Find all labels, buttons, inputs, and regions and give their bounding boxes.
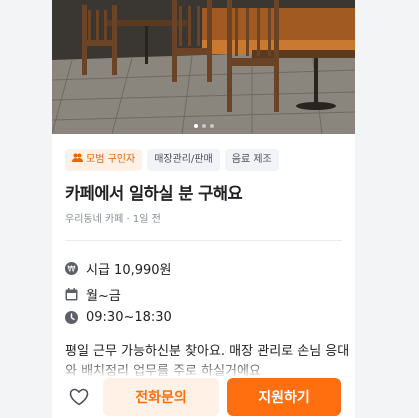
cafe-interior-image [52, 0, 355, 134]
job-detail-card: 모범 구인자 매장관리/판매 음료 제조 카페에서 일하실 분 구해요 우리동네… [52, 0, 355, 418]
won-icon: ₩ [65, 262, 78, 275]
hours-row: 09:30~18:30 [65, 310, 172, 325]
model-employer-label: 모범 구인자 [86, 154, 136, 165]
job-title: 카페에서 일하실 분 구해요 [65, 184, 243, 203]
calendar-icon [65, 288, 78, 301]
wage-text: 시급 10,990원 [86, 263, 172, 278]
cafe-photo[interactable] [52, 0, 355, 134]
category-tag: 매장관리/판매 [147, 149, 220, 171]
days-row: 월~금 [65, 285, 121, 304]
call-inquiry-button[interactable]: 전화문의 [103, 378, 219, 416]
bottom-action-bar: 전화문의 지원하기 [52, 376, 355, 418]
heart-icon[interactable] [69, 387, 89, 407]
carousel-dot[interactable] [201, 124, 206, 128]
svg-text:₩: ₩ [68, 265, 76, 274]
wage-row: ₩ 시급 10,990원 [65, 259, 172, 278]
task-tag: 음료 제조 [224, 149, 279, 171]
carousel-dots [52, 124, 355, 128]
job-subtitle: 우리동네 카페 · 1일 전 [65, 214, 161, 225]
divider [65, 240, 342, 241]
model-employer-badge: 모범 구인자 [65, 149, 143, 171]
days-text: 월~금 [86, 289, 121, 304]
tag-list: 모범 구인자 매장관리/판매 음료 제조 [65, 149, 279, 171]
people-icon [72, 149, 83, 171]
apply-button[interactable]: 지원하기 [227, 378, 341, 416]
clock-icon [65, 311, 78, 324]
carousel-dot[interactable] [209, 124, 214, 128]
carousel-dot[interactable] [193, 124, 198, 128]
hours-text: 09:30~18:30 [86, 310, 172, 325]
